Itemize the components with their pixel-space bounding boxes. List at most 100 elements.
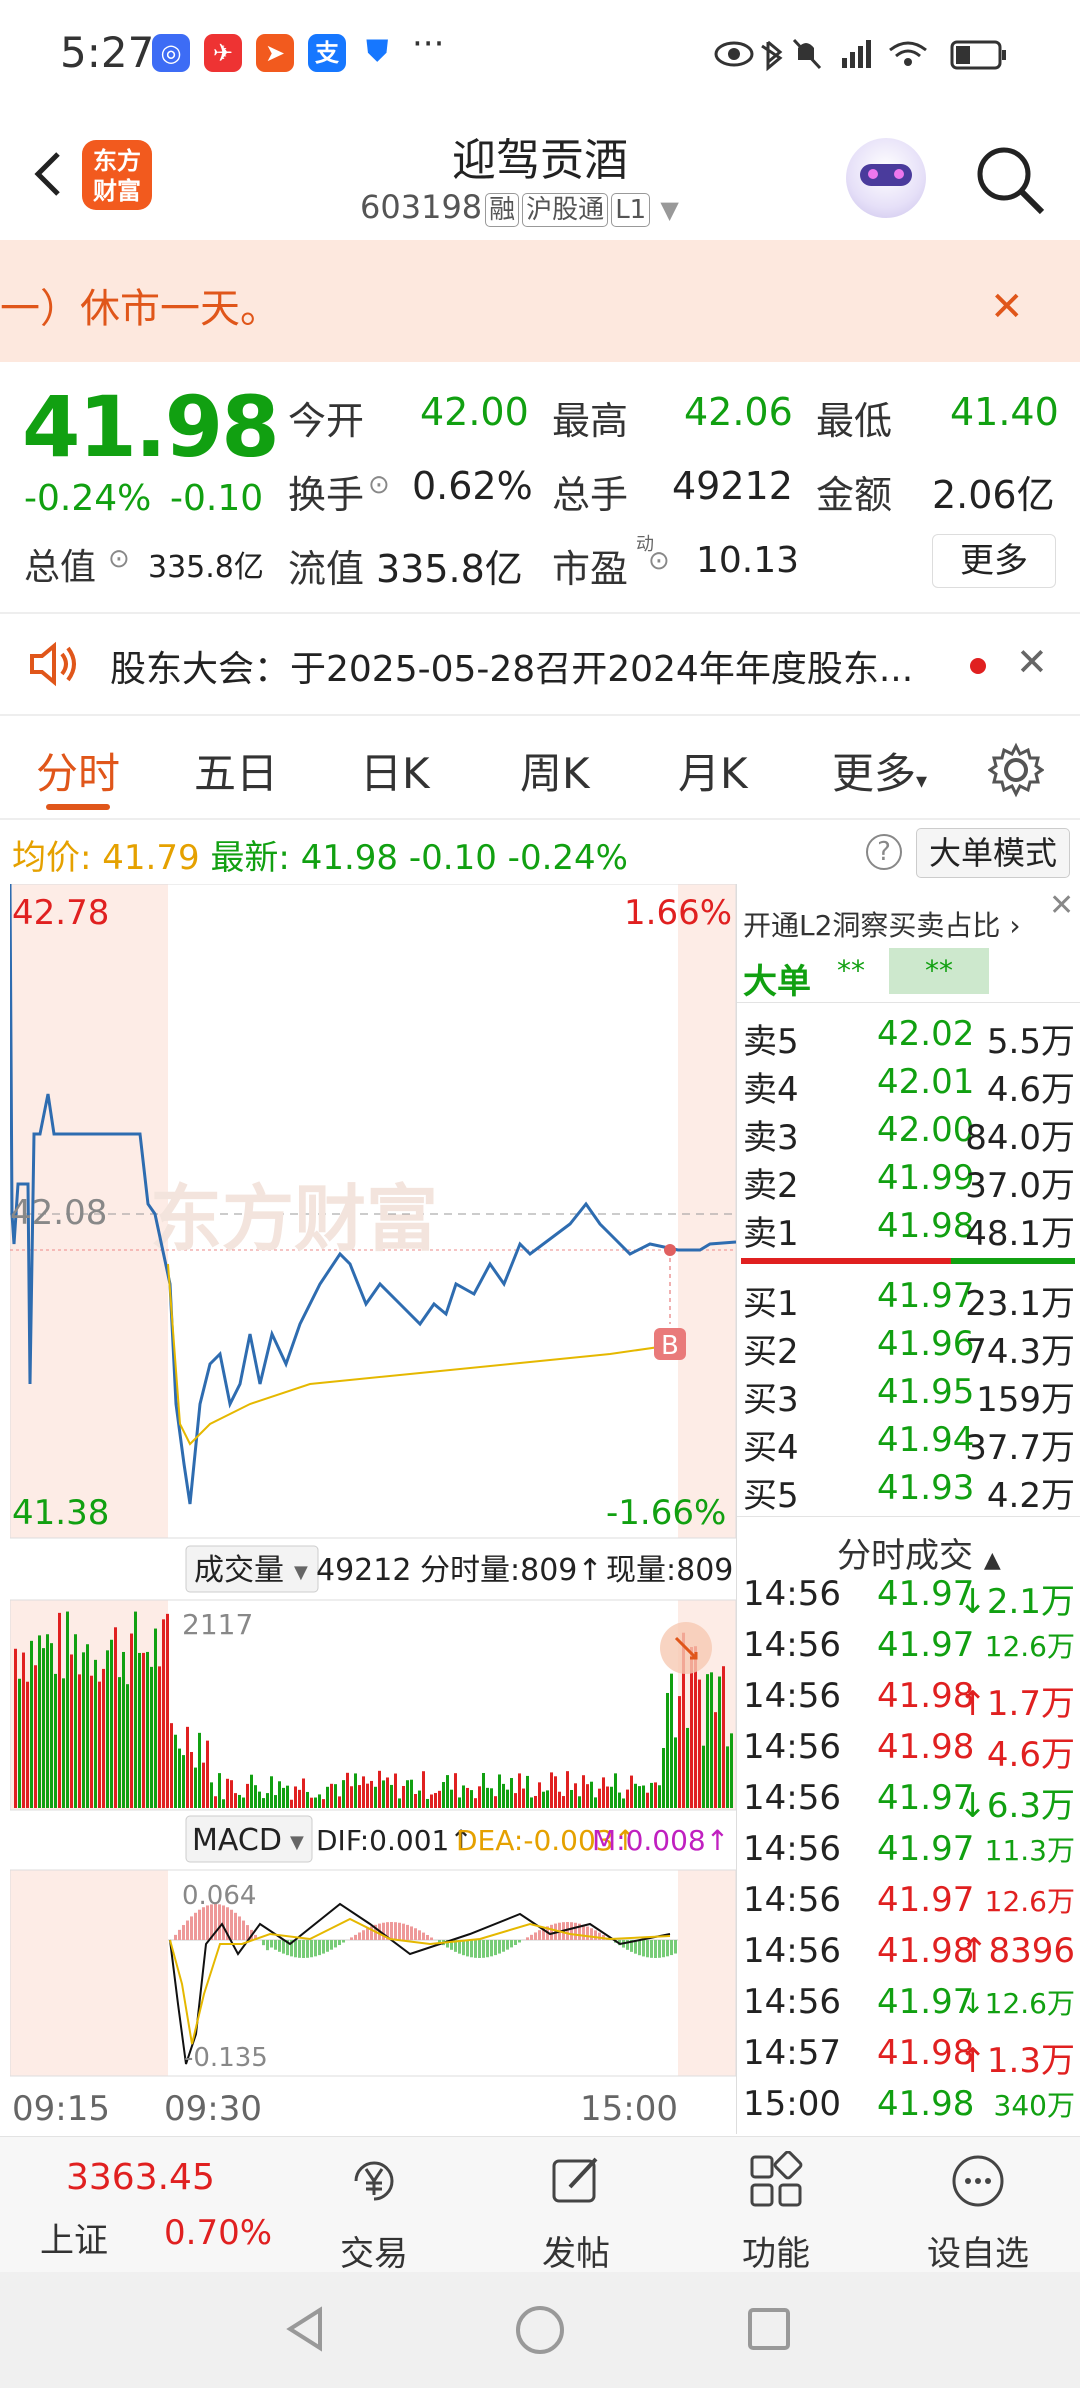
post-market-shade bbox=[678, 884, 736, 1538]
macd-bar bbox=[430, 1937, 433, 1940]
nav-trade[interactable]: 交易 bbox=[294, 2151, 454, 2275]
wifi-icon bbox=[889, 41, 927, 66]
macd-bar bbox=[506, 1940, 509, 1950]
volume-bar bbox=[302, 1778, 305, 1808]
info-icon[interactable]: ⊙ bbox=[368, 470, 390, 500]
volume-bar bbox=[382, 1780, 385, 1808]
volume-bar bbox=[646, 1792, 649, 1808]
svg-text:▼: ▼ bbox=[294, 1562, 308, 1583]
trade-price: 41.97 bbox=[877, 1982, 975, 2022]
index-pct[interactable]: 0.70% bbox=[164, 2213, 272, 2253]
macd-bar bbox=[674, 1940, 677, 1954]
macd-bar bbox=[662, 1940, 665, 1958]
volume-bar bbox=[422, 1771, 425, 1808]
close-icon[interactable]: ✕ bbox=[1049, 888, 1074, 923]
home-nav-icon[interactable] bbox=[514, 2304, 566, 2356]
index-value[interactable]: 3363.45 bbox=[66, 2157, 215, 2198]
stock-code-line[interactable]: 603198 融沪股通 L1 ▼ bbox=[360, 188, 679, 227]
volume-bar bbox=[686, 1727, 689, 1808]
macd-bar bbox=[394, 1922, 397, 1940]
volume-bar bbox=[410, 1779, 413, 1808]
tab-weekly-k[interactable]: 周K bbox=[520, 740, 590, 801]
macd-bar bbox=[666, 1940, 669, 1957]
index-name[interactable]: 上证 bbox=[40, 2213, 108, 2262]
tab-monthly-k[interactable]: 月K bbox=[678, 740, 748, 801]
volume-bar bbox=[678, 1696, 681, 1808]
volume-bar bbox=[626, 1789, 629, 1808]
more-button[interactable]: 更多 bbox=[932, 534, 1056, 588]
trade-volume: ↑1.7万 bbox=[958, 1684, 1075, 1724]
macd-bar bbox=[574, 1922, 577, 1940]
info-icon[interactable]: ⊙ bbox=[648, 546, 670, 576]
volume-bar bbox=[638, 1786, 641, 1808]
close-icon[interactable]: ✕ bbox=[1016, 640, 1048, 684]
tab-more[interactable]: 更多▾ bbox=[832, 740, 927, 801]
tab-five-day[interactable]: 五日 bbox=[194, 740, 278, 801]
bid-volume: 159万 bbox=[976, 1380, 1075, 1420]
dropdown-icon[interactable]: ▼ bbox=[660, 196, 678, 224]
macd-bar bbox=[234, 1912, 237, 1940]
volume-bar bbox=[386, 1777, 389, 1808]
bid-price: 41.93 bbox=[877, 1468, 975, 1508]
back-nav-icon[interactable] bbox=[280, 2304, 330, 2354]
grid-functions-icon bbox=[750, 2150, 803, 2207]
recents-nav-icon[interactable] bbox=[744, 2304, 794, 2354]
open-label: 今开 bbox=[288, 399, 365, 443]
volume-bar bbox=[510, 1778, 513, 1808]
trade-row: 14:56 41.98 ↑8396 bbox=[743, 1931, 1075, 1977]
macd-bar bbox=[174, 1934, 177, 1940]
nav-functions[interactable]: 功能 bbox=[696, 2150, 856, 2275]
volume-bar bbox=[94, 1659, 97, 1808]
volume-bar bbox=[330, 1783, 333, 1808]
volume-bar bbox=[446, 1775, 449, 1808]
macd-bar bbox=[282, 1940, 285, 1954]
tab-intraday[interactable]: 分时 bbox=[36, 740, 120, 801]
trades-title[interactable]: 分时成交 ▲ bbox=[837, 1528, 1001, 1577]
settings-gear-icon[interactable] bbox=[988, 742, 1044, 798]
volume-bar bbox=[74, 1634, 77, 1808]
macd-bar bbox=[598, 1932, 601, 1940]
intraday-chart[interactable]: 东方财富 B 42.78 1.66% 42.08 41.38 -1.66% 成交… bbox=[8, 883, 737, 2134]
macd-bar bbox=[646, 1940, 649, 1958]
macd-bar bbox=[190, 1916, 193, 1940]
macd-bar bbox=[182, 1925, 185, 1940]
volume-bar bbox=[238, 1794, 241, 1808]
trade-row: 15:00 41.98 340万 bbox=[743, 2084, 1075, 2130]
help-icon[interactable]: ? bbox=[866, 834, 902, 870]
search-icon[interactable] bbox=[972, 142, 1048, 218]
volume-bar bbox=[426, 1798, 429, 1808]
volume-bar bbox=[522, 1788, 525, 1808]
nav-add-watchlist[interactable]: 设自选 bbox=[898, 2151, 1058, 2275]
l2-promo-link[interactable]: 开通L2洞察买卖占比 › bbox=[743, 904, 1021, 944]
macd-bar bbox=[358, 1932, 361, 1940]
float-label: 流值 bbox=[288, 547, 365, 591]
volume-bar bbox=[634, 1783, 637, 1808]
volume-bar bbox=[506, 1789, 509, 1808]
macd-bar bbox=[478, 1940, 481, 1958]
info-icon[interactable]: ⊙ bbox=[108, 544, 130, 574]
macd-bar bbox=[186, 1920, 189, 1940]
big-order-mode-button[interactable]: 大单模式 bbox=[916, 828, 1070, 878]
bid-price: 41.95 bbox=[877, 1372, 975, 1412]
volume-bar bbox=[590, 1781, 593, 1808]
tab-daily-k[interactable]: 日K bbox=[360, 740, 430, 801]
shareholder-notice[interactable]: 股东大会：于2025-05-28召开2024年年度股东... ✕ bbox=[0, 614, 1080, 714]
trade-row: 14:56 41.98 4.6万 bbox=[743, 1727, 1075, 1775]
change-abs: -0.10 bbox=[170, 478, 264, 519]
ask-level: 卖5 bbox=[743, 1022, 799, 1062]
volume-bar bbox=[614, 1773, 617, 1808]
volume-bar bbox=[354, 1773, 357, 1808]
volume-bar bbox=[622, 1798, 625, 1808]
nav-post[interactable]: 发帖 bbox=[496, 2151, 656, 2275]
holiday-banner[interactable]: 一）休市一天。 ✕ bbox=[0, 240, 1080, 362]
volume-bar bbox=[558, 1791, 561, 1808]
volume-bar bbox=[118, 1677, 121, 1808]
robot-assistant-avatar[interactable] bbox=[846, 138, 926, 218]
macd-bar bbox=[650, 1940, 653, 1958]
macd-bar bbox=[462, 1940, 465, 1956]
stock-header: 东方 财富 迎驾贡酒 603198 融沪股通 L1 ▼ bbox=[0, 108, 1080, 240]
close-icon[interactable]: ✕ bbox=[990, 284, 1024, 330]
macd-bar bbox=[342, 1940, 345, 1943]
volume-bar bbox=[598, 1788, 601, 1808]
bid-row: 买2 41.96 74.3万 bbox=[743, 1324, 1075, 1372]
